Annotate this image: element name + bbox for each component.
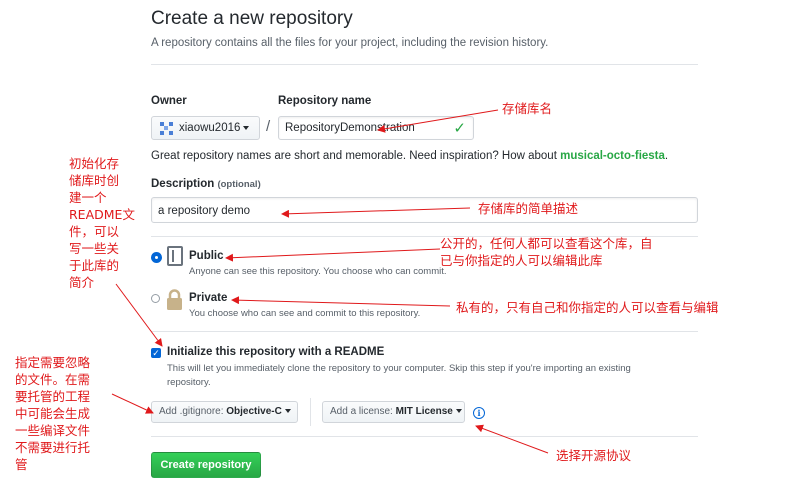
arrow-repo-name	[377, 109, 499, 133]
arrow-readme	[115, 283, 163, 347]
arrow-license	[475, 424, 549, 454]
annotation-public-line1: 公开的，任何人都可以查看这个库，自	[440, 236, 653, 251]
arrow-private	[231, 296, 451, 307]
arrow-gitignore	[111, 393, 154, 414]
arrow-public	[225, 248, 441, 262]
annotation-repo-name: 存储库名	[502, 101, 553, 116]
annotation-description: 存储库的简单描述	[478, 201, 579, 216]
arrow-description	[281, 207, 471, 218]
annotation-readme: 初始化存 储库时创 建一个 README文 件，可以 写一些关 于此库的 简介	[69, 156, 135, 290]
annotation-private: 私有的，只有自己和你指定的人可以查看与编辑	[456, 300, 719, 315]
annotation-gitignore: 指定需要忽略 的文件。在需 要托管的工程 中可能会生成 一些编译文件 不需要进行…	[15, 355, 91, 472]
annotation-license: 选择开源协议	[556, 448, 632, 463]
annotation-public-line2: 已与你指定的人可以编辑此库	[440, 253, 603, 268]
